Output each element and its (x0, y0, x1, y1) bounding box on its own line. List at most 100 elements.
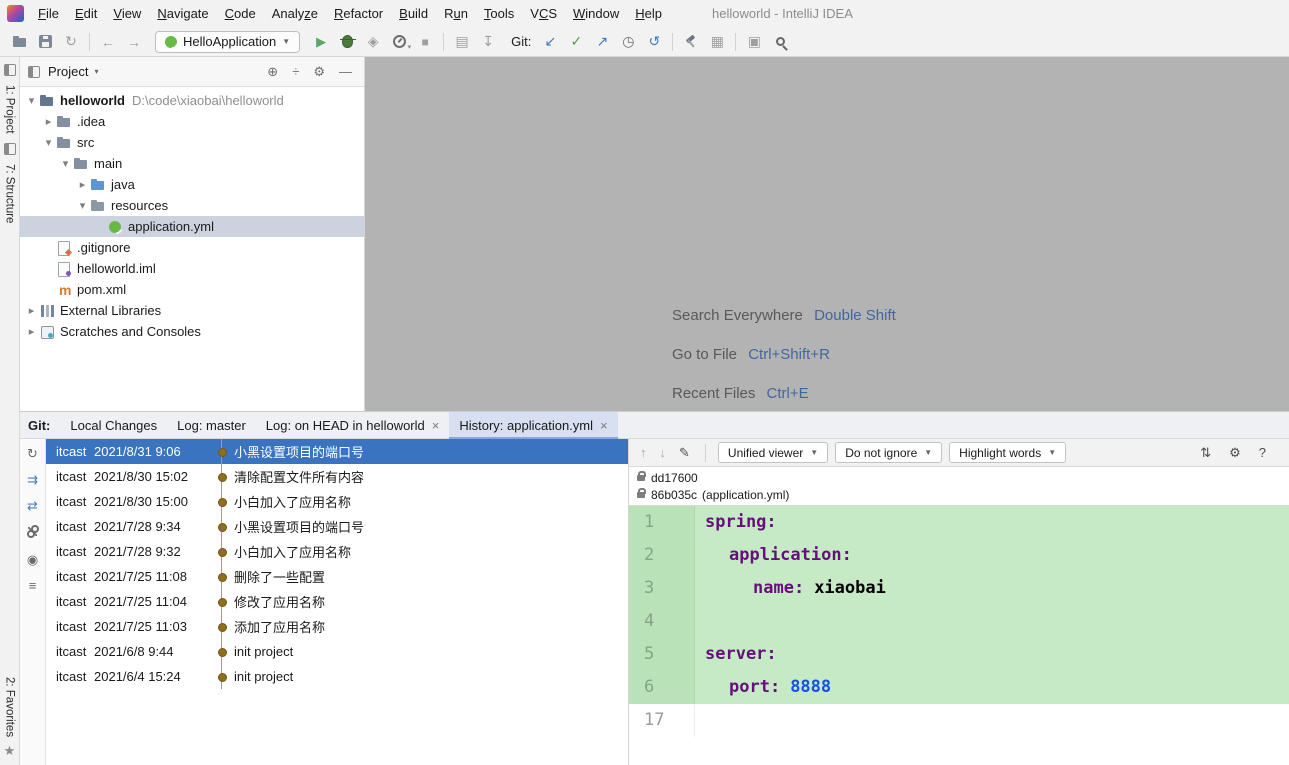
tree-arrow-icon[interactable] (58, 157, 73, 170)
get-from-vcs-icon[interactable]: ↧ (475, 30, 501, 54)
project-settings-gear-icon[interactable]: ⚙ (309, 64, 329, 80)
tree-node-label[interactable]: resources (111, 198, 168, 213)
tree-node-label[interactable]: External Libraries (60, 303, 161, 318)
commit-row[interactable]: itcast 2021/8/30 15:00 小白加入了应用名称 (46, 489, 628, 514)
tree-row[interactable]: .idea (20, 111, 364, 132)
tree-row[interactable]: resources (20, 195, 364, 216)
code-line[interactable]: 4 (629, 605, 1289, 638)
menu-item[interactable]: View (105, 0, 149, 27)
tree-node-label[interactable]: src (77, 135, 94, 150)
stripe-favorites-button[interactable]: 2: Favorites (4, 677, 16, 737)
debug-button[interactable] (334, 30, 360, 54)
commit-row[interactable]: itcast 2021/6/8 9:44 init project (46, 639, 628, 664)
tree-row[interactable]: application.yml (20, 216, 364, 237)
tree-row[interactable]: helloworld.iml (20, 258, 364, 279)
tree-arrow-icon[interactable] (41, 136, 56, 149)
stop-button[interactable]: ■ (412, 30, 438, 54)
tab-close-icon[interactable]: × (432, 418, 440, 433)
group-by-icon[interactable]: ≡ (29, 579, 37, 592)
code-line[interactable]: 1 spring: (629, 506, 1289, 539)
build-hammer-icon[interactable] (678, 30, 704, 54)
tree-arrow-icon[interactable] (75, 199, 90, 212)
code-line[interactable]: 17 (629, 704, 1289, 737)
vcs-tab[interactable]: Log: on HEAD in helloworld × (256, 412, 450, 439)
locate-file-icon[interactable]: ⊕ (263, 64, 282, 80)
tree-node-label[interactable]: main (94, 156, 122, 171)
history-clock-icon[interactable]: ◷ (615, 30, 641, 54)
commit-icon[interactable]: ✓ (563, 30, 589, 54)
stripe-structure-button[interactable]: 7: Structure (4, 164, 16, 223)
project-structure-icon[interactable]: ▦ (704, 30, 730, 54)
tree-row[interactable]: java (20, 174, 364, 195)
commit-ref-row[interactable]: 86b035c (application.yml) (629, 486, 1289, 503)
stripe-project-button[interactable]: 1: Project (4, 85, 16, 134)
favorites-star-icon[interactable]: ★ (4, 743, 16, 759)
tree-node-label[interactable]: .gitignore (77, 240, 130, 255)
menu-item[interactable]: Tools (476, 0, 522, 27)
highlight-mode-select[interactable]: Highlight words ▼ (949, 442, 1067, 463)
structure-stripe-icon[interactable] (3, 142, 16, 155)
menu-item[interactable]: Analyze (264, 0, 326, 27)
chevron-down-icon[interactable]: ▾ (94, 67, 98, 76)
project-header-title[interactable]: Project (48, 64, 88, 79)
menu-item[interactable]: Help (627, 0, 670, 27)
project-stripe-icon[interactable] (3, 64, 16, 76)
find-icon[interactable]: ▤ (449, 30, 475, 54)
code-line[interactable]: 2 application: (629, 539, 1289, 572)
tree-row[interactable]: main (20, 153, 364, 174)
tree-row[interactable]: pom.xml (20, 279, 364, 300)
commit-row[interactable]: itcast 2021/6/4 15:24 init project (46, 664, 628, 689)
push-icon[interactable]: ↗ (589, 30, 615, 54)
coverage-button[interactable]: ◈ (360, 30, 386, 54)
tree-row[interactable]: src (20, 132, 364, 153)
code-line[interactable]: 5 server: (629, 638, 1289, 671)
back-icon[interactable]: ← (95, 30, 121, 54)
menu-item[interactable]: Edit (67, 0, 105, 27)
tree-node-label[interactable]: helloworld.iml (77, 261, 156, 276)
branch-icon[interactable] (26, 525, 39, 540)
tree-arrow-icon[interactable] (24, 94, 39, 107)
help-icon[interactable]: ? (1256, 445, 1269, 460)
cherry-pick-icon[interactable]: ⇉ (27, 473, 38, 486)
vcs-tab[interactable]: Local Changes × (60, 412, 167, 439)
viewer-select[interactable]: Unified viewer ▼ (717, 442, 829, 463)
tree-node-label[interactable]: application.yml (128, 219, 214, 234)
next-difference-icon[interactable]: ↓ (657, 445, 670, 460)
collapse-all-icon[interactable]: ÷ (288, 64, 303, 79)
commit-row[interactable]: itcast 2021/7/25 11:03 添加了应用名称 (46, 614, 628, 639)
diff-settings-gear-icon[interactable]: ⚙ (1226, 445, 1244, 461)
preview-eye-icon[interactable]: ◉ (27, 553, 38, 566)
menu-item[interactable]: VCS (522, 0, 565, 27)
sync-icon[interactable]: ↻ (58, 30, 84, 54)
vcs-tab[interactable]: History: application.yml × (449, 411, 618, 439)
tree-arrow-icon[interactable] (24, 304, 39, 317)
open-icon[interactable] (6, 30, 32, 54)
search-everywhere-icon[interactable] (767, 30, 793, 54)
run-configuration-select[interactable]: HelloApplication ▼ (155, 30, 301, 53)
compare-icon[interactable]: ⇄ (27, 499, 38, 512)
tree-node-label[interactable]: .idea (77, 114, 105, 129)
menu-item[interactable]: Refactor (326, 0, 391, 27)
vcs-tab[interactable]: Log: master × (167, 412, 256, 439)
tree-row[interactable]: Scratches and Consoles (20, 321, 364, 342)
tree-node-label[interactable]: helloworld (60, 93, 125, 108)
menu-item[interactable]: Build (391, 0, 436, 27)
ignore-whitespace-select[interactable]: Do not ignore ▼ (835, 442, 943, 463)
tree-node-label[interactable]: Scratches and Consoles (60, 324, 201, 339)
commit-row[interactable]: itcast 2021/8/31 9:06 小黑设置项目的端口号 (46, 439, 628, 464)
code-line[interactable]: 6 port: 8888 (629, 671, 1289, 704)
tree-row[interactable]: helloworld D:\code\xiaobai\helloworld (20, 90, 364, 111)
tree-node-label[interactable]: java (111, 177, 135, 192)
tree-node-label[interactable]: pom.xml (77, 282, 126, 297)
code-line[interactable]: 3 name: xiaobai (629, 572, 1289, 605)
tree-row[interactable]: .gitignore (20, 237, 364, 258)
save-all-icon[interactable] (32, 30, 58, 54)
menu-item[interactable]: Window (565, 0, 627, 27)
menu-item[interactable]: File (30, 0, 67, 27)
menu-item[interactable]: Run (436, 0, 476, 27)
menu-item[interactable]: Code (217, 0, 264, 27)
tree-arrow-icon[interactable] (24, 325, 39, 338)
tree-arrow-icon[interactable] (75, 178, 90, 191)
restore-window-icon[interactable]: ▣ (741, 30, 767, 54)
rollback-icon[interactable]: ↺ (641, 30, 667, 54)
